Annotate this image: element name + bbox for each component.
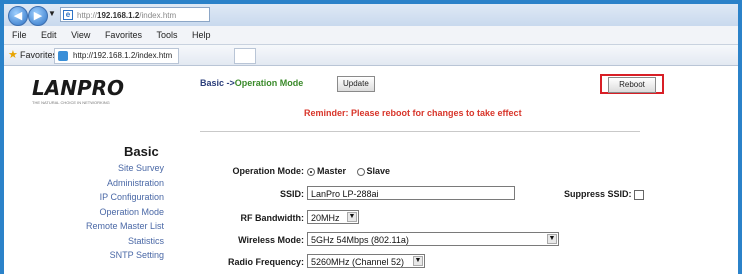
menu-view[interactable]: View [71,30,90,40]
url-prefix: http:// [77,11,98,20]
browser-window: ◀ ▶ ▼ e http://192.168.1.2/index.htm Fil… [4,4,738,274]
reboot-reminder: Reminder: Please reboot for changes to t… [304,108,522,118]
slave-label: Slave [366,166,391,176]
sidebar-item-ip-configuration[interactable]: IP Configuration [64,190,164,205]
sidebar-item-remote-master-list[interactable]: Remote Master List [64,219,164,234]
chevron-down-icon: ▼ [347,212,357,222]
update-button[interactable]: Update [337,76,375,92]
favorites-star-icon[interactable]: ★ [8,50,18,61]
reboot-button[interactable]: Reboot [608,77,656,93]
wireless-mode-value: 5GHz 54Mbps (802.11a) [311,235,409,245]
ssid-label: SSID: [279,189,304,199]
router-page: LANPRO THE NATURAL CHOICE IN NETWORKING … [4,66,738,274]
sidebar-item-sntp-setting[interactable]: SNTP Setting [64,248,164,263]
rf-bandwidth-value: 20MHz [311,213,340,223]
sidebar-title: Basic [124,144,159,159]
wireless-mode-label: Wireless Mode: [238,235,304,245]
operation-mode-radios: Master Slave [307,166,398,176]
menu-help[interactable]: Help [192,30,211,40]
master-label: Master [317,166,347,176]
menu-bar: File Edit View Favorites Tools Help [4,26,738,45]
radio-frequency-label: Radio Frequency: [227,257,304,267]
address-bar: ◀ ▶ ▼ e http://192.168.1.2/index.htm [4,4,738,26]
logo-tagline: THE NATURAL CHOICE IN NETWORKING [32,100,110,105]
favorites-label[interactable]: Favorites [20,45,57,65]
sidebar-item-statistics[interactable]: Statistics [64,234,164,249]
header-divider [200,131,640,132]
page-tab-title: http://192.168.1.2/index.htm [73,51,173,60]
rf-bandwidth-select[interactable]: 20MHz ▼ [307,210,359,224]
chevron-down-icon: ▼ [547,234,557,244]
breadcrumb-current: Operation Mode [234,78,304,88]
rf-bandwidth-label: RF Bandwidth: [240,213,305,223]
sidebar-item-site-survey[interactable]: Site Survey [64,161,164,176]
url-path: /index.htm [139,11,177,20]
screenshot-frame: ◀ ▶ ▼ e http://192.168.1.2/index.htm Fil… [0,0,742,274]
master-radio[interactable] [307,167,315,176]
sidebar-item-administration[interactable]: Administration [64,176,164,191]
menu-favorites[interactable]: Favorites [105,30,142,40]
suppress-ssid-checkbox[interactable] [634,189,645,200]
url-host: 192.168.1.2 [97,11,140,20]
url-field[interactable]: e http://192.168.1.2/index.htm [60,7,210,22]
menu-tools[interactable]: Tools [156,30,177,40]
menu-file[interactable]: File [12,30,27,40]
radio-frequency-select[interactable]: 5260MHz (Channel 52) ▼ [307,254,425,268]
sidebar-nav: Site Survey Administration IP Configurat… [64,161,164,263]
page-tab[interactable]: http://192.168.1.2/index.htm [54,48,180,64]
recent-pages-dropdown[interactable]: ▼ [48,9,56,18]
ie-page-icon: e [63,10,73,20]
ssid-input[interactable]: LanPro LP-288ai [307,186,515,200]
suppress-ssid-label: Suppress SSID: [564,189,645,200]
back-button[interactable]: ◀ [8,6,28,26]
radio-frequency-value: 5260MHz (Channel 52) [311,257,405,267]
menu-edit[interactable]: Edit [41,30,57,40]
forward-button[interactable]: ▶ [28,6,48,26]
sidebar-item-operation-mode[interactable]: Operation Mode [64,205,164,220]
slave-radio[interactable] [356,167,365,176]
favorites-bar: ★ Favorites http://192.168.1.2/index.htm [4,45,738,66]
ie-tab-icon [58,51,68,61]
chevron-down-icon: ▼ [413,256,423,266]
logo-text: LANPRO [32,76,125,100]
lanpro-logo: LANPRO THE NATURAL CHOICE IN NETWORKING [32,76,152,105]
wireless-mode-select[interactable]: 5GHz 54Mbps (802.11a) ▼ [307,232,559,246]
breadcrumb: Basic ->Operation Mode [200,78,303,88]
operation-mode-label: Operation Mode: [232,166,305,176]
breadcrumb-base: Basic -> [200,78,235,88]
reboot-highlight: Reboot [600,74,664,94]
new-tab-button[interactable] [234,48,256,64]
suppress-ssid-text: Suppress SSID: [564,189,632,199]
